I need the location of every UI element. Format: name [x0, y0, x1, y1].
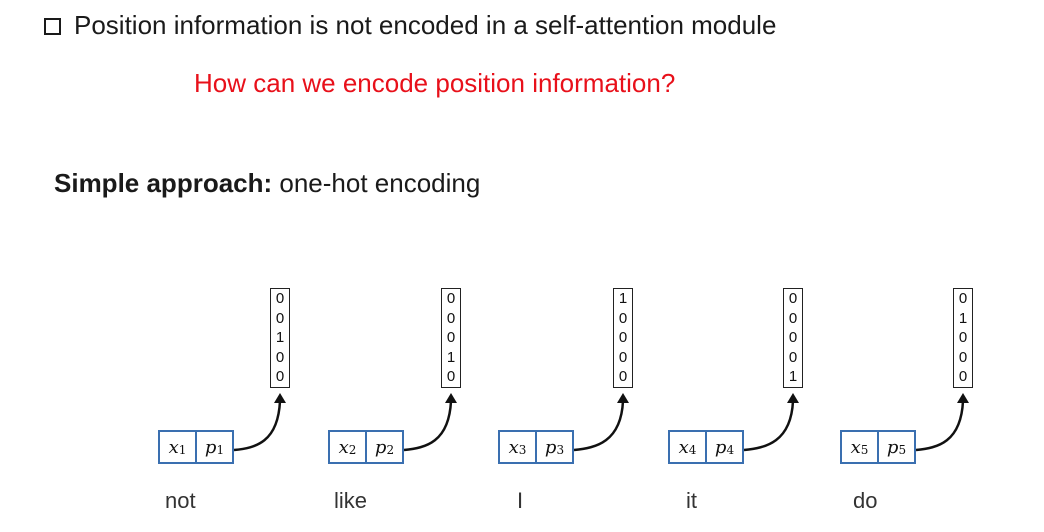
checkbox-bullet-icon: [44, 17, 61, 35]
vector-cell: 0: [788, 329, 798, 347]
vector-cell: 1: [958, 309, 968, 327]
x-letter: x: [850, 436, 861, 458]
x-subscript: 3: [518, 443, 527, 457]
vector-cell: 0: [275, 290, 285, 307]
arrowhead-1: [274, 393, 286, 403]
vector-cell: 1: [788, 368, 798, 386]
embedding-symbol-3: x3: [500, 432, 535, 462]
approach-description: one-hot encoding: [272, 168, 481, 198]
x-subscript: 2: [348, 443, 357, 457]
one-hot-vector-4: 00001: [783, 288, 803, 388]
vector-cell: 0: [958, 290, 968, 307]
word-label-5: do: [853, 488, 878, 513]
p-letter: p: [886, 436, 899, 458]
curved-arrow-1: [233, 400, 282, 452]
token-box-3: x3p3: [498, 430, 574, 464]
embedding-symbol-2: x2: [330, 432, 365, 462]
arrowhead-2: [445, 393, 457, 403]
vector-cell: 0: [446, 290, 456, 307]
word-label-2: like: [334, 488, 368, 513]
x-subscript: 1: [178, 443, 187, 457]
embedding-symbol-4: x4: [670, 432, 705, 462]
word-label-3: I: [517, 488, 524, 513]
vector-cell: 0: [958, 348, 968, 366]
token-box-2: x2p2: [328, 430, 404, 464]
x-letter: x: [338, 436, 349, 458]
p-letter: p: [544, 436, 557, 458]
vector-cell: 0: [446, 368, 456, 386]
curved-arrow-4: [743, 400, 795, 452]
x-letter: x: [678, 436, 689, 458]
one-hot-vector-5: 01000: [953, 288, 973, 388]
vector-cell: 1: [275, 329, 285, 347]
vector-cell: 0: [788, 290, 798, 307]
vector-cell: 0: [275, 348, 285, 366]
vector-cell: 0: [618, 348, 628, 366]
x-letter: x: [168, 436, 179, 458]
p-subscript: 3: [556, 443, 565, 457]
one-hot-vector-2: 00010: [441, 288, 461, 388]
approach-label: Simple approach:: [54, 168, 273, 198]
vector-cell: 0: [958, 368, 968, 386]
word-label-4: it: [686, 488, 697, 513]
one-hot-vector-1: 00100: [270, 288, 290, 388]
arrowhead-3: [617, 393, 629, 403]
p-subscript: 4: [726, 443, 735, 457]
x-letter: x: [508, 436, 519, 458]
p-subscript: 2: [386, 443, 395, 457]
vector-cell: 0: [788, 309, 798, 327]
vector-cell: 1: [446, 348, 456, 366]
vector-cell: 0: [618, 368, 628, 386]
curved-arrow-5: [915, 400, 965, 452]
bullet-text: Position information is not encoded in a…: [74, 9, 777, 40]
word-label-1: not: [165, 488, 196, 513]
p-letter: p: [374, 436, 387, 458]
p-letter: p: [204, 436, 217, 458]
approach-heading: Simple approach: one-hot encoding: [54, 168, 480, 199]
position-symbol-1: p1: [195, 432, 232, 462]
vector-cell: 0: [275, 368, 285, 386]
position-symbol-4: p4: [705, 432, 742, 462]
arrowhead-4: [787, 393, 799, 403]
vector-cell: 0: [788, 348, 798, 366]
position-symbol-3: p3: [535, 432, 572, 462]
vector-cell: 0: [618, 329, 628, 347]
vector-cell: 0: [446, 329, 456, 347]
token-box-5: x5p5: [840, 430, 916, 464]
curved-arrow-3: [573, 400, 625, 452]
embedding-symbol-5: x5: [842, 432, 877, 462]
vector-cell: 0: [275, 309, 285, 327]
token-box-1: x1p1: [158, 430, 234, 464]
vector-cell: 0: [446, 309, 456, 327]
one-hot-vector-3: 10000: [613, 288, 633, 388]
arrowhead-5: [957, 393, 969, 403]
x-subscript: 5: [860, 443, 869, 457]
embedding-symbol-1: x1: [160, 432, 195, 462]
question-text: How can we encode position information?: [194, 68, 676, 98]
x-subscript: 4: [688, 443, 697, 457]
bullet-item: Position information is not encoded in a…: [44, 8, 776, 42]
vector-cell: 0: [958, 329, 968, 347]
token-box-4: x4p4: [668, 430, 744, 464]
position-symbol-2: p2: [365, 432, 402, 462]
position-symbol-5: p5: [877, 432, 914, 462]
vector-cell: 0: [618, 309, 628, 327]
p-subscript: 1: [216, 443, 225, 457]
curved-arrow-2: [403, 400, 453, 452]
vector-cell: 1: [618, 290, 628, 307]
p-subscript: 5: [898, 443, 907, 457]
p-letter: p: [714, 436, 727, 458]
